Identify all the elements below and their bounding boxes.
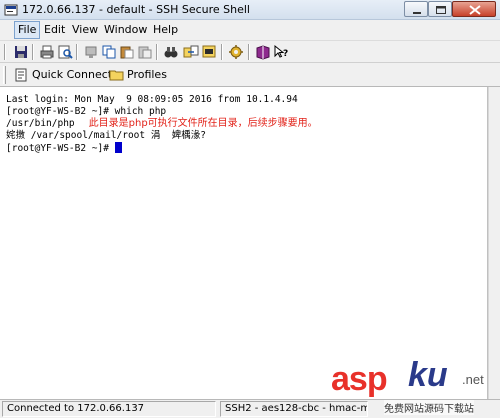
paste-icon[interactable] [119,44,135,60]
terminal-line: Last login: Mon May 9 08:09:05 2016 from… [6,94,298,105]
toolbar-separator [32,44,34,60]
menu-file[interactable]: File [14,21,41,39]
maximize-icon [436,6,446,14]
toolbar: ? [0,41,500,63]
menu-bar: File Edit View Window Help [0,20,500,41]
minimize-icon [413,12,421,14]
watermark-logo-suffix: .net [462,372,484,387]
menu-window[interactable]: Window [104,23,147,36]
svg-text:?: ? [283,49,288,59]
settings-icon[interactable] [228,44,244,60]
toolbar-separator [76,44,78,60]
toolbar-grip [4,44,6,60]
close-icon [469,5,481,15]
terminal-prompt-line: [root@YF-WS-B2 ~]# [6,142,122,155]
profile-bar: Quick Connect Profiles [0,63,500,87]
quick-connect-button[interactable]: Quick Connect [14,66,112,84]
terminal-cursor [114,142,122,153]
menu-help[interactable]: Help [153,23,178,36]
new-terminal-icon[interactable] [201,44,217,60]
close-button[interactable] [452,1,496,17]
window-title: 172.0.66.137 - default - SSH Secure Shel… [22,3,250,16]
context-help-icon[interactable]: ? [273,44,289,60]
toolbar-separator [156,44,158,60]
menu-view[interactable]: View [72,23,98,36]
toolbar-separator [248,44,250,60]
save-icon[interactable] [13,44,29,60]
toolbar-separator [221,44,223,60]
help-book-icon[interactable] [255,44,271,60]
find-icon[interactable] [163,44,179,60]
terminal-area[interactable]: Last login: Mon May 9 08:09:05 2016 from… [0,87,488,399]
paste-alt-icon[interactable] [137,44,153,60]
terminal-line-text: /usr/bin/php [6,118,75,129]
watermark-logo-ku: ku [408,356,448,394]
folder-icon [109,70,124,81]
maximize-button[interactable] [428,1,452,17]
title-bar[interactable]: 172.0.66.137 - default - SSH Secure Shel… [0,0,500,20]
print-preview-icon[interactable] [57,44,73,60]
ssh-app-icon [4,4,18,16]
terminal-line: 姹撴 /var/spool/mail/root 涓 婢楀湪? [6,130,206,141]
vertical-scrollbar[interactable] [488,87,500,399]
file-transfer-icon[interactable] [183,44,199,60]
disconnect-icon[interactable] [83,44,99,60]
quick-connect-icon [15,68,27,82]
print-icon[interactable] [39,44,55,60]
copy-icon[interactable] [101,44,117,60]
watermark-tagline: 免费网站源码下载站 [384,400,474,415]
profiles-label: Profiles [127,68,167,81]
cipher-status: SSH2 - aes128-cbc - hmac-md [220,401,368,417]
menu-edit[interactable]: Edit [44,23,65,36]
watermark-logo-asp: asp [331,360,388,398]
terminal-line: [root@YF-WS-B2 ~]# which php [6,106,167,117]
profiles-button[interactable]: Profiles [109,66,169,84]
connection-status: Connected to 172.0.66.137 [2,401,216,417]
terminal-prompt: [root@YF-WS-B2 ~]# [6,143,115,154]
profile-bar-grip [3,66,6,84]
terminal-line: /usr/bin/php 此目录是php可执行文件所在目录，后续步骤要用。 [6,118,318,130]
minimize-button[interactable] [404,1,428,17]
annotation-note: 此目录是php可执行文件所在目录，后续步骤要用。 [88,118,318,129]
quick-connect-label: Quick Connect [32,68,113,81]
